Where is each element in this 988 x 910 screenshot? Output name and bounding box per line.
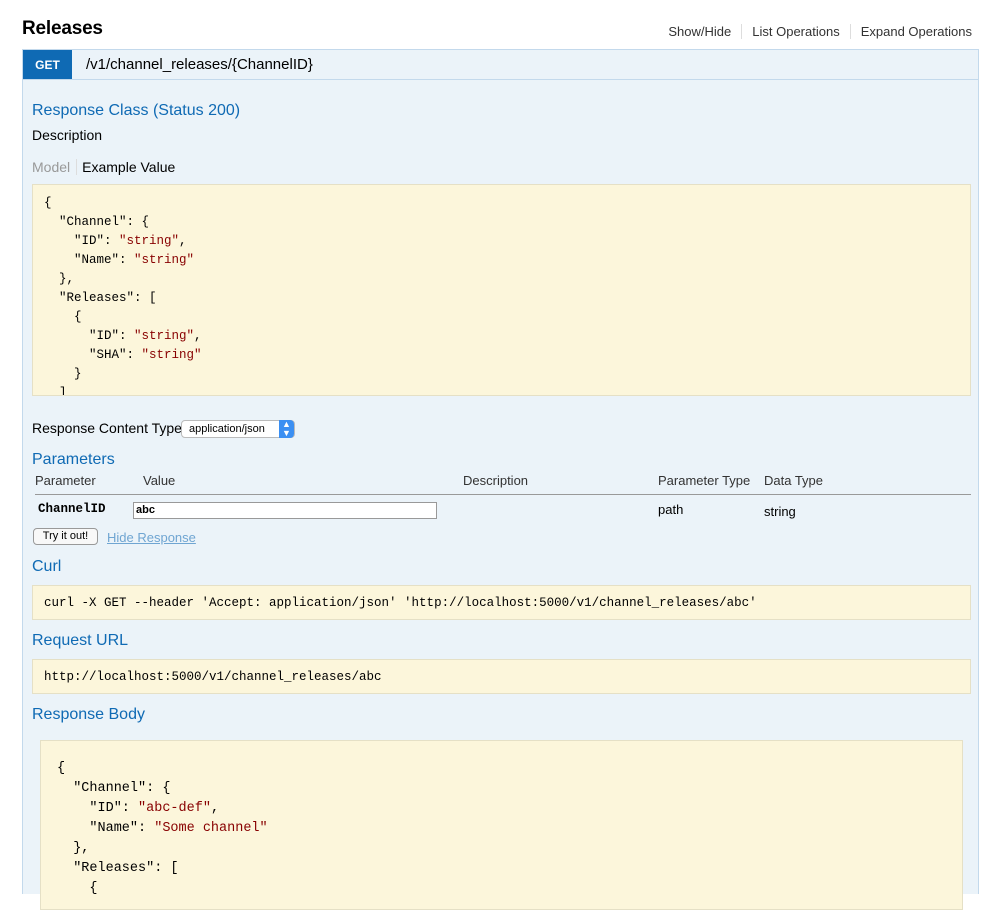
- col-parameter: Parameter: [35, 473, 96, 488]
- http-method-badge[interactable]: GET: [23, 50, 72, 79]
- example-json: { "Channel": { "ID": "string", "Name": "…: [44, 194, 970, 396]
- endpoint-heading[interactable]: GET /v1/channel_releases/{ChannelID}: [23, 50, 978, 80]
- operations-links: Show/Hide List Operations Expand Operati…: [658, 24, 972, 39]
- code-line: {: [44, 310, 82, 324]
- tab-model[interactable]: Model: [32, 159, 78, 175]
- code-line: "Releases": [: [57, 861, 179, 876]
- param-name: ChannelID: [38, 502, 106, 516]
- section-title[interactable]: Releases: [22, 18, 103, 40]
- hide-response-link[interactable]: Hide Response: [107, 530, 196, 545]
- code-line: }: [44, 367, 82, 381]
- list-operations-link[interactable]: List Operations: [741, 24, 849, 39]
- code-line: "Channel": {: [44, 215, 150, 229]
- curl-heading: Curl: [32, 558, 62, 575]
- content-type-value: application/json: [189, 423, 265, 435]
- param-type: path: [658, 502, 684, 517]
- content-type-select[interactable]: application/json ▲ ▼: [181, 420, 295, 438]
- curl-command: curl -X GET --header 'Accept: applicatio…: [44, 596, 757, 610]
- channel-id-input[interactable]: abc: [133, 502, 437, 519]
- code-line: "Releases": [: [44, 291, 157, 305]
- code-line: "SHA": "string": [44, 348, 202, 362]
- content-type-label: Response Content Type: [32, 420, 182, 436]
- request-url-heading: Request URL: [32, 632, 129, 649]
- code-line: },: [57, 841, 90, 856]
- code-line: "Name": "Some channel": [57, 821, 268, 836]
- param-data-type: string: [764, 504, 796, 519]
- try-it-out-button[interactable]: Try it out!: [33, 528, 98, 545]
- code-line: "Channel": {: [57, 781, 171, 796]
- code-line: },: [44, 272, 75, 286]
- response-body-json: { "Channel": { "ID": "abc-def", "Name": …: [57, 759, 962, 899]
- request-url-value: http://localhost:5000/v1/channel_release…: [44, 670, 382, 684]
- curl-box[interactable]: curl -X GET --header 'Accept: applicatio…: [32, 585, 971, 620]
- table-divider: [35, 494, 971, 495]
- response-class-heading: Response Class (Status 200): [32, 102, 241, 119]
- show-hide-link[interactable]: Show/Hide: [658, 24, 741, 39]
- example-value-box[interactable]: { "Channel": { "ID": "string", "Name": "…: [32, 184, 971, 396]
- request-url-box[interactable]: http://localhost:5000/v1/channel_release…: [32, 659, 971, 694]
- tab-example-value[interactable]: Example Value: [77, 159, 175, 175]
- model-tabs: Model Example Value: [32, 159, 175, 175]
- endpoint-panel: GET /v1/channel_releases/{ChannelID} Res…: [22, 49, 979, 910]
- description-label: Description: [32, 127, 103, 143]
- code-line: "ID": "abc-def",: [57, 801, 220, 816]
- code-line: {: [44, 196, 52, 210]
- select-arrows-icon: ▲ ▼: [279, 420, 294, 438]
- endpoint-path[interactable]: /v1/channel_releases/{ChannelID}: [86, 56, 313, 73]
- code-line: {: [57, 881, 98, 896]
- code-line: ]: [44, 386, 67, 396]
- expand-operations-link[interactable]: Expand Operations: [849, 24, 972, 39]
- col-data-type: Data Type: [764, 473, 824, 488]
- code-line: {: [57, 761, 66, 776]
- code-line: "ID": "string",: [44, 234, 187, 248]
- col-description: Description: [463, 473, 529, 488]
- code-line: "Name": "string": [44, 253, 195, 267]
- response-body-heading: Response Body: [32, 706, 145, 723]
- col-value: Value: [143, 473, 176, 488]
- col-parameter-type: Parameter Type: [658, 473, 751, 488]
- response-body-box[interactable]: { "Channel": { "ID": "abc-def", "Name": …: [40, 740, 963, 910]
- parameters-heading: Parameters: [32, 451, 115, 468]
- code-line: "ID": "string",: [44, 329, 202, 343]
- section-header: Releases Show/Hide List Operations Expan…: [22, 18, 972, 46]
